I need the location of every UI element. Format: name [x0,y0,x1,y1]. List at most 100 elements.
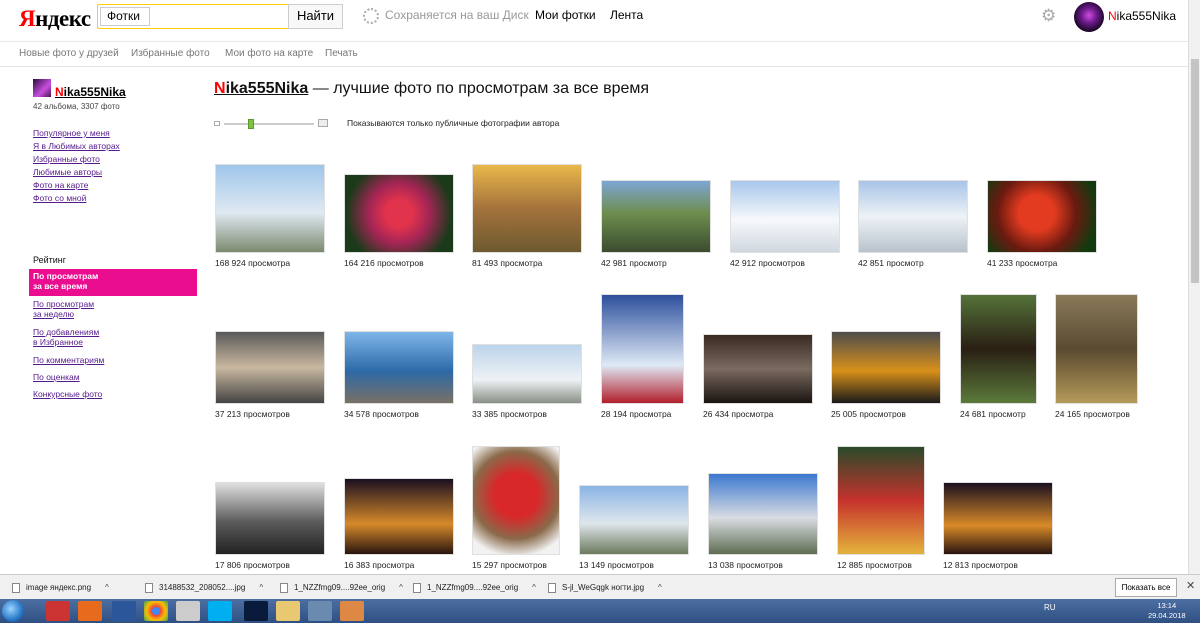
subnav-print[interactable]: Печать [325,48,358,59]
station-photo[interactable] [579,485,689,555]
word-icon[interactable] [112,601,136,621]
photo-card[interactable]: 33 385 просмотров [472,344,582,419]
photo-card[interactable]: 81 493 просмотра [472,164,582,268]
start-button-icon[interactable] [2,600,24,622]
night-lights-photo[interactable] [344,478,454,555]
photo-card[interactable]: 41 233 просмотра [987,180,1097,268]
palm-embankment-photo[interactable] [344,331,454,404]
chrome-icon[interactable] [144,601,168,621]
scrollbar-thumb[interactable] [1191,59,1199,283]
profile-name[interactable]: Nika555Nika [55,85,126,99]
bw-street-photo[interactable] [215,482,325,555]
snowman-photo[interactable] [601,294,684,404]
photo-card[interactable]: 16 383 просмотра [344,478,454,570]
dachshund-portrait-photo[interactable] [960,294,1037,404]
avatar[interactable] [1074,2,1104,32]
photo-card[interactable]: 13 149 просмотров [579,485,689,570]
link-photos-on-map[interactable]: Фото на карте [33,180,88,190]
slider-knob[interactable] [248,119,254,129]
download-item[interactable]: 31488532_208052....jpg ^ [145,579,263,596]
dancers-photo[interactable] [837,446,925,555]
rating-active-item[interactable]: По просмотрам за все время [29,269,197,296]
photo-card[interactable]: 168 924 просмотра [215,164,325,268]
subnav-map[interactable]: Мои фото на карте [225,48,313,59]
photo-card[interactable]: 34 578 просмотров [344,331,454,419]
subnav-favorites[interactable]: Избранные фото [131,48,210,59]
title-username[interactable]: Nika555Nika [214,80,308,97]
winter-trees-photo[interactable] [472,344,582,404]
folder-icon[interactable] [276,601,300,621]
link-favorite-photos[interactable]: Избранные фото [33,154,100,164]
gear-icon[interactable]: ⚙ [1041,6,1056,26]
photo-card[interactable]: 13 038 просмотров [708,473,818,570]
photoshop-icon[interactable] [244,601,268,621]
chevron-up-icon[interactable]: ^ [259,583,263,592]
profile-avatar[interactable] [33,79,51,97]
tomato-sculpture-photo[interactable] [472,446,560,555]
close-icon[interactable]: ✕ [1186,579,1195,592]
search-service-tag[interactable]: Фотки [100,7,150,26]
show-all-downloads-button[interactable]: Показать все [1115,578,1177,597]
link-in-favorite-authors[interactable]: Я в Любимых авторах [33,141,120,151]
rating-link-week[interactable]: По просмотрам за неделю [33,299,94,319]
nav-my-photos[interactable]: Мои фотки [535,8,596,22]
rating-link-contest[interactable]: Конкурсные фото [33,389,102,399]
wooden-house-photo[interactable] [472,164,582,253]
slider-track[interactable] [224,123,314,125]
church-photo[interactable] [215,164,325,253]
photo-card[interactable]: 24 681 просмотр [960,294,1037,419]
app-icon[interactable] [176,601,200,621]
app-icon[interactable] [308,601,332,621]
rating-link-comments[interactable]: По комментариям [33,355,104,365]
download-item[interactable]: image яндекс.png ^ [12,579,109,596]
chevron-up-icon[interactable]: ^ [658,583,662,592]
dog-sleeping-photo[interactable] [703,334,813,404]
download-item[interactable]: S-jl_WeGqgk ногти.jpg ^ [548,579,662,596]
rating-link-scores[interactable]: По оценкам [33,372,80,382]
thumbnail-size-slider[interactable] [214,119,328,129]
photo-card[interactable]: 42 981 просмотр [601,180,711,268]
snowmobile-photo[interactable] [858,180,968,253]
snow-slope-photo[interactable] [730,180,840,253]
photo-card[interactable]: 15 297 просмотров [472,446,560,570]
dachshund-forest-photo[interactable] [1055,294,1138,404]
app-icon[interactable] [46,601,70,621]
photo-card[interactable]: 26 434 просмотра [703,334,813,419]
download-item[interactable]: 1_NZZfmg09....92ee_orig ^ [280,579,403,596]
tray-language[interactable]: RU [1044,603,1056,612]
building-photo[interactable] [708,473,818,555]
photo-card[interactable]: 24 165 просмотров [1055,294,1138,419]
photo-card[interactable]: 17 806 просмотров [215,482,325,570]
reflection-photo[interactable] [215,331,325,404]
photo-card[interactable]: 25 005 просмотров [831,331,941,419]
skype-icon[interactable] [208,601,232,621]
photo-card[interactable]: 12 813 просмотров [943,482,1053,570]
photo-card[interactable]: 28 194 просмотра [601,294,684,419]
cyclists-photo[interactable] [601,180,711,253]
link-favorite-authors[interactable]: Любимые авторы [33,167,102,177]
app-icon[interactable] [78,601,102,621]
nav-feed[interactable]: Лента [610,8,643,22]
night-lights-2-photo[interactable] [943,482,1053,555]
app-icon[interactable] [340,601,364,621]
subnav-friends-new[interactable]: Новые фото у друзей [19,48,119,59]
chevron-up-icon[interactable]: ^ [399,583,403,592]
photo-card[interactable]: 42 912 просмотров [730,180,840,268]
rose-photo[interactable] [344,174,454,253]
photo-card[interactable]: 12 885 просмотров [837,446,925,570]
search-input[interactable] [153,5,285,28]
link-popular[interactable]: Популярное у меня [33,128,110,138]
rating-link-favorites[interactable]: По добавлениям в Избранное [33,327,99,347]
link-photos-with-me[interactable]: Фото со мной [33,193,86,203]
photo-card[interactable]: 164 216 просмотров [344,174,454,268]
photo-card[interactable]: 42 851 просмотр [858,180,968,268]
yandex-logo[interactable]: Яндекс [19,6,91,32]
chevron-up-icon[interactable]: ^ [532,583,536,592]
photo-card[interactable]: 37 213 просмотров [215,331,325,419]
download-item[interactable]: 1_NZZfmg09....92ee_orig ^ [413,579,536,596]
clock[interactable]: 13:14 29.04.2018 [1148,601,1186,621]
scrollbar[interactable] [1188,0,1200,574]
search-button[interactable]: Найти [288,4,343,29]
sunset-photo[interactable] [831,331,941,404]
header-username[interactable]: Nika555Nika [1108,9,1176,23]
